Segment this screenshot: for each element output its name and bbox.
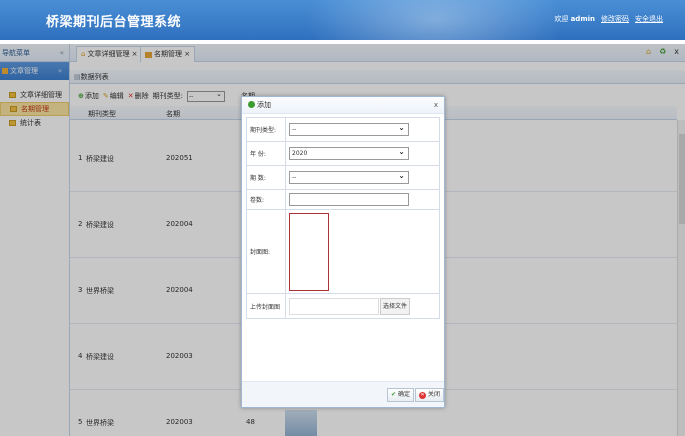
- issue-select[interactable]: --: [289, 170, 409, 184]
- journal-type-label: 期刊类型:: [250, 127, 277, 134]
- volume-input[interactable]: [289, 193, 409, 206]
- cancel-button[interactable]: ✕ 关闭: [415, 388, 444, 402]
- issue-label: 期 数:: [250, 175, 266, 182]
- user-bar: 欢迎 admin 修改密码 安全退出: [554, 14, 663, 24]
- upload-label: 上传封面图: [250, 303, 281, 311]
- welcome-text: 欢迎 admin: [554, 15, 595, 23]
- add-dialog: 添加 x 期刊类型: -- 年 份: 2020 期 数: -- 卷数: 封面图:…: [241, 96, 445, 408]
- dialog-header: 添加 x: [242, 97, 444, 114]
- header-glow: [305, 0, 565, 40]
- logout-link[interactable]: 安全退出: [635, 14, 663, 24]
- year-select[interactable]: 2020: [289, 146, 409, 160]
- file-path-box: [289, 297, 379, 315]
- close-icon: ✕: [419, 391, 426, 399]
- username: admin: [570, 15, 595, 23]
- journal-type-select[interactable]: --: [289, 122, 409, 136]
- check-icon: ✔: [391, 391, 397, 398]
- app-header: 桥梁期刊后台管理系统 欢迎 admin 修改密码 安全退出: [0, 0, 685, 40]
- volume-label: 卷数:: [250, 197, 265, 204]
- year-row: 年 份: 2020: [247, 142, 439, 166]
- journal-type-row: 期刊类型: --: [247, 118, 439, 142]
- cover-row: 封面图:: [247, 210, 439, 294]
- year-label: 年 份:: [250, 151, 266, 158]
- add-form: 期刊类型: -- 年 份: 2020 期 数: -- 卷数: 封面图: 上传封面…: [246, 117, 440, 319]
- volume-row: 卷数:: [247, 190, 439, 210]
- app-title: 桥梁期刊后台管理系统: [46, 15, 182, 30]
- upload-row: 上传封面图 选择文件: [247, 294, 439, 318]
- dialog-close-button[interactable]: x: [434, 97, 438, 114]
- dialog-title: 添加: [257, 101, 271, 109]
- confirm-button[interactable]: ✔ 确定: [387, 388, 415, 402]
- add-icon: [248, 101, 255, 108]
- cover-preview: [289, 212, 329, 291]
- cover-label: 封面图:: [250, 249, 271, 256]
- choose-file-button[interactable]: 选择文件: [380, 297, 410, 315]
- issue-row: 期 数: --: [247, 166, 439, 190]
- change-password-link[interactable]: 修改密码: [601, 14, 629, 24]
- dialog-footer: ✔ 确定 ✕ 关闭: [242, 381, 444, 407]
